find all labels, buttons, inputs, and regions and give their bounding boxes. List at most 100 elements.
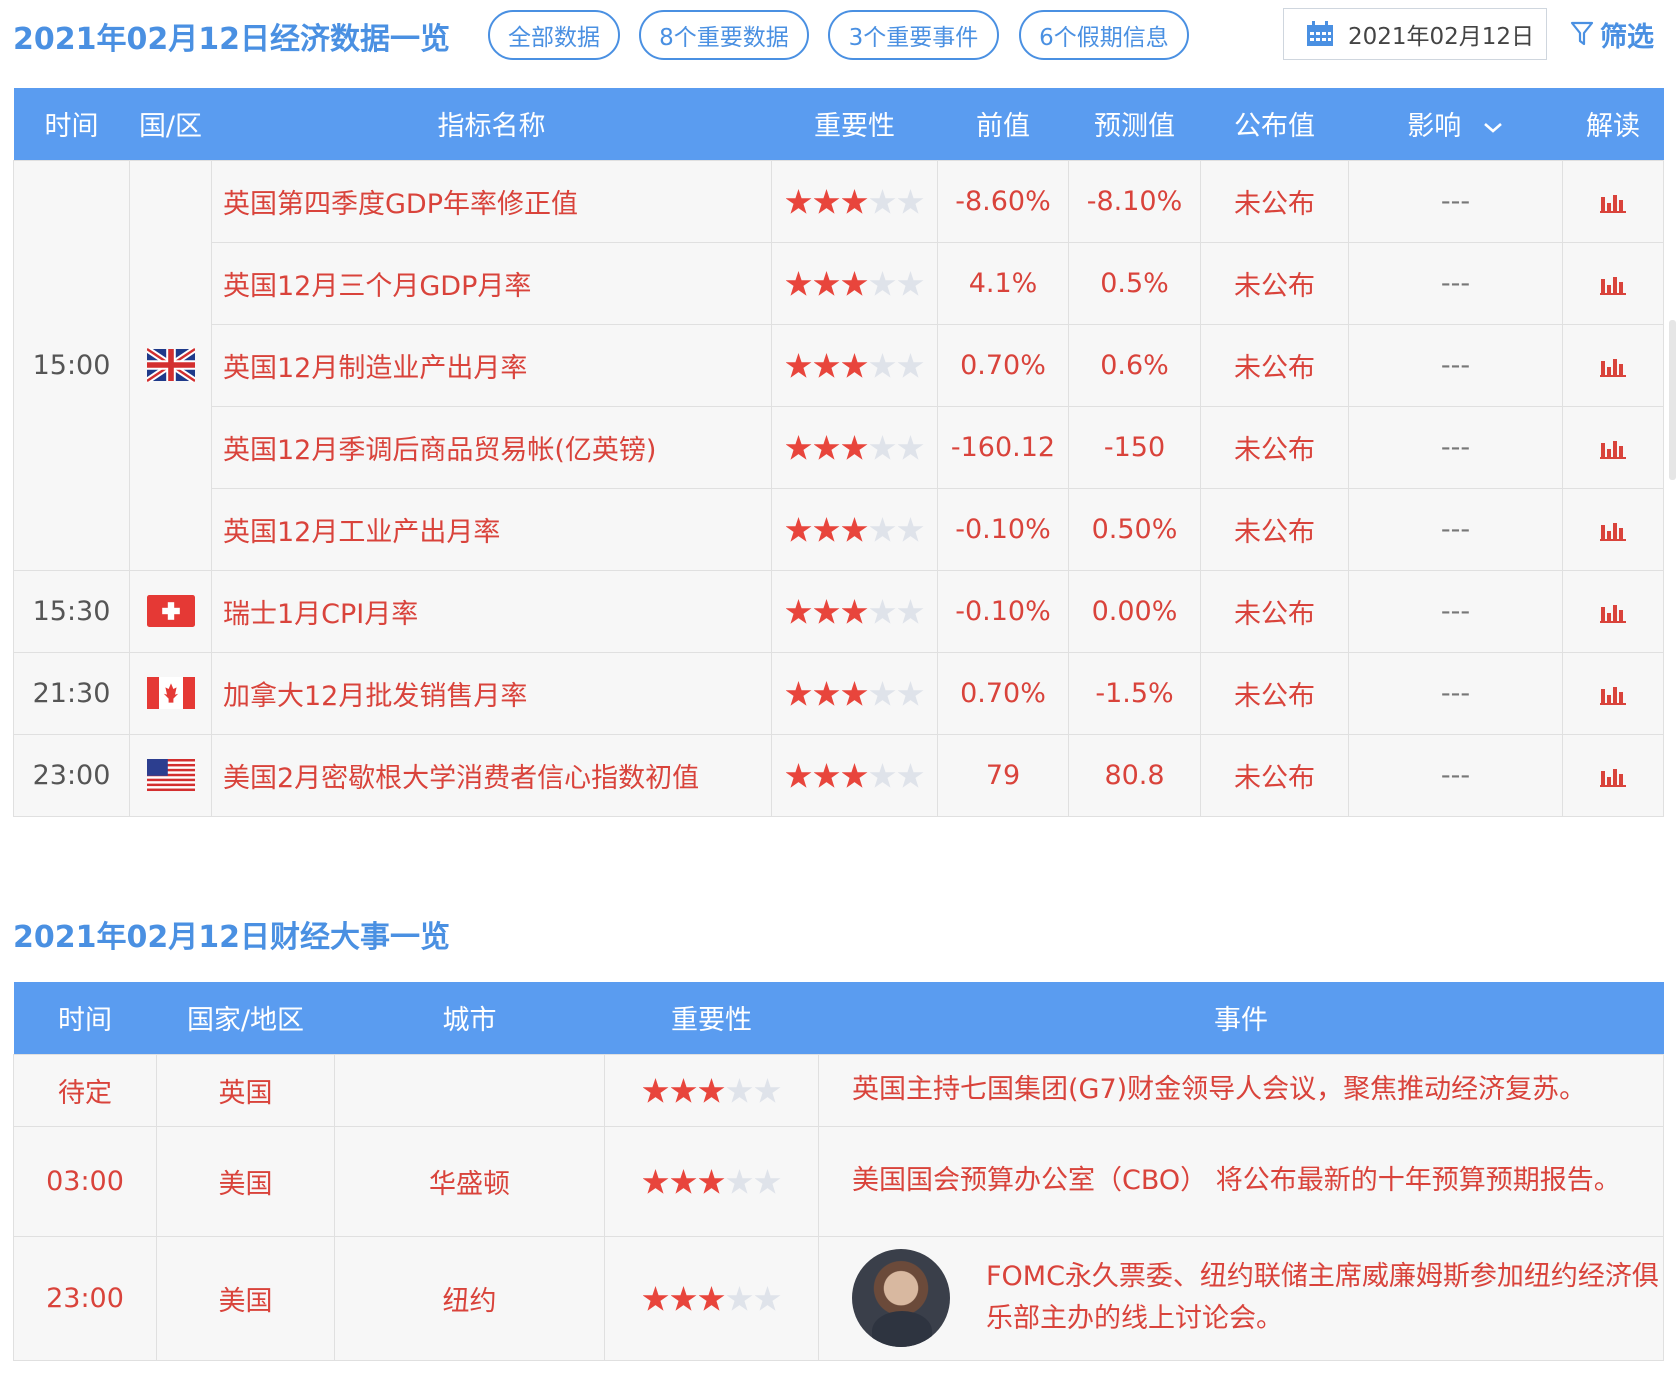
importance-cell <box>771 159 938 243</box>
star-icon <box>642 1169 669 1194</box>
bar-chart-icon[interactable] <box>1600 437 1626 459</box>
event-importance-stars <box>642 1078 781 1104</box>
star-icon <box>897 435 924 460</box>
star-icon <box>785 599 812 624</box>
forecast-value: -1.5% <box>1068 651 1201 735</box>
indicator-name[interactable]: 瑞士1月CPI月率 <box>211 569 772 653</box>
star-icon <box>670 1286 697 1311</box>
table-row[interactable]: 15:30 瑞士1月CPI月率 -0.10% 0.00% 未公布 --- <box>13 569 1664 653</box>
filter-label: 筛选 <box>1600 21 1654 53</box>
data-importance-stars <box>785 599 924 625</box>
importance-cell <box>771 487 938 571</box>
actual-value: 未公布 <box>1200 241 1349 325</box>
bar-chart-icon[interactable] <box>1600 273 1626 295</box>
event-cell: FOMC永久票委、纽约联储主席威廉姆斯参加纽约经济俱乐部主办的线上讨论会。 <box>818 1235 1664 1361</box>
star-icon <box>785 271 812 296</box>
analysis-cell <box>1562 323 1664 407</box>
table-row[interactable]: 15:00 英国第四季度GDP年率修正值 -8.60% -8.10% 未公布 --- <box>13 159 1664 571</box>
star-icon <box>642 1078 669 1103</box>
bar-chart-icon[interactable] <box>1600 683 1626 705</box>
indicator-name[interactable]: 加拿大12月批发销售月率 <box>211 651 772 735</box>
star-icon <box>754 1169 781 1194</box>
impact-value: --- <box>1348 159 1563 243</box>
scrollbar[interactable] <box>1669 320 1676 480</box>
table-row[interactable]: 英国12月季调后商品贸易帐(亿英镑) -160.12 -150 未公布 --- <box>14 405 1664 489</box>
data-importance-stars <box>785 435 924 461</box>
event-importance-cell <box>604 1235 819 1361</box>
previous-value: -0.10% <box>937 569 1069 653</box>
star-icon <box>726 1169 753 1194</box>
country-flag-cell <box>129 733 212 817</box>
actual-value: 未公布 <box>1200 405 1349 489</box>
analysis-cell <box>1562 569 1664 653</box>
star-icon <box>670 1078 697 1103</box>
usa-flag-icon <box>146 759 195 792</box>
header-impact[interactable]: 影响 <box>1348 88 1563 160</box>
calendar-icon <box>1307 21 1333 46</box>
impact-value: --- <box>1348 323 1563 407</box>
header-previous: 前值 <box>937 88 1069 160</box>
toolbar: 2021年02月12日经济数据一览 全部数据 8个重要数据 3个重要事件 6个假… <box>0 0 1676 72</box>
star-icon <box>897 599 924 624</box>
chevron-down-icon <box>1483 122 1502 133</box>
speaker-avatar <box>852 1249 950 1347</box>
star-icon <box>785 517 812 542</box>
table-row[interactable]: 英国12月三个月GDP月率 4.1% 0.5% 未公布 --- <box>14 241 1664 325</box>
table-row[interactable]: 英国12月工业产出月率 -0.10% 0.50% 未公布 --- <box>14 487 1664 571</box>
canada-flag-icon <box>146 677 195 709</box>
indicator-name[interactable]: 英国12月季调后商品贸易帐(亿英镑) <box>211 405 772 489</box>
time-cell: 15:30 <box>13 569 130 653</box>
table-row[interactable]: 21:30 加拿大12月批发销售月率 0.70% -1.5% 未公布 --- <box>13 651 1664 735</box>
header-analysis: 解读 <box>1562 88 1664 160</box>
star-icon <box>813 517 840 542</box>
bar-chart-icon[interactable] <box>1600 765 1626 787</box>
bar-chart-icon[interactable] <box>1600 601 1626 623</box>
important-data-pill[interactable]: 8个重要数据 <box>639 10 809 60</box>
star-icon <box>841 681 868 706</box>
indicator-name[interactable]: 英国12月制造业产出月率 <box>211 323 772 407</box>
star-icon <box>897 271 924 296</box>
impact-value: --- <box>1348 569 1563 653</box>
table-header-row: 时间 国/区 指标名称 重要性 前值 预测值 公布值 影响 解读 <box>13 88 1664 160</box>
star-icon <box>785 435 812 460</box>
header-importance: 重要性 <box>771 88 938 160</box>
bar-chart-icon[interactable] <box>1600 519 1626 541</box>
star-icon <box>754 1286 781 1311</box>
star-icon <box>785 353 812 378</box>
indicator-name[interactable]: 英国12月工业产出月率 <box>211 487 772 571</box>
previous-value: 4.1% <box>937 241 1069 325</box>
star-icon <box>897 763 924 788</box>
table-row[interactable]: 英国12月制造业产出月率 0.70% 0.6% 未公布 --- <box>14 323 1664 407</box>
all-data-pill[interactable]: 全部数据 <box>488 10 620 60</box>
star-icon <box>897 681 924 706</box>
data-importance-stars <box>785 271 924 297</box>
indicator-name[interactable]: 英国第四季度GDP年率修正值 <box>211 159 772 243</box>
bar-chart-icon[interactable] <box>1600 355 1626 377</box>
star-icon <box>841 599 868 624</box>
event-importance-stars <box>642 1169 781 1195</box>
table-row[interactable]: 23:00 美国2月密歇根大学消费者信心指数初值 79 80.8 未公布 --- <box>13 733 1664 817</box>
event-importance-stars <box>642 1286 781 1312</box>
event-row[interactable]: 23:00 美国 纽约 FOMC永久票委、纽约联储主席威廉姆斯参加纽约经济俱乐部主办的… <box>13 1235 1664 1361</box>
holiday-info-pill[interactable]: 6个假期信息 <box>1019 10 1189 60</box>
importance-cell <box>771 323 938 407</box>
event-row[interactable]: 03:00 美国 华盛顿 美国国会预算办公室（CBO） 将公布最新的十年预算预期报告。 <box>13 1125 1664 1237</box>
actual-value: 未公布 <box>1200 569 1349 653</box>
date-picker[interactable]: 2021年02月12日 <box>1283 8 1547 60</box>
bar-chart-icon[interactable] <box>1600 191 1626 213</box>
event-row[interactable]: 待定 英国 英国主持七国集团(G7)财金领导人会议，聚焦推动经济复苏。 <box>13 1053 1664 1127</box>
star-icon <box>813 681 840 706</box>
switzerland-flag-icon <box>146 595 195 627</box>
indicator-name[interactable]: 英国12月三个月GDP月率 <box>211 241 772 325</box>
importance-cell <box>771 241 938 325</box>
event-importance-cell <box>604 1125 819 1237</box>
country-flag-cell <box>129 651 212 735</box>
important-events-pill[interactable]: 3个重要事件 <box>828 10 999 60</box>
event-city: 华盛顿 <box>334 1125 605 1237</box>
country-flag-cell <box>129 159 212 571</box>
star-icon <box>785 189 812 214</box>
star-icon <box>869 189 896 214</box>
filter-button[interactable]: 筛选 <box>1570 14 1654 54</box>
indicator-name[interactable]: 美国2月密歇根大学消费者信心指数初值 <box>211 733 772 817</box>
actual-value: 未公布 <box>1200 159 1349 243</box>
